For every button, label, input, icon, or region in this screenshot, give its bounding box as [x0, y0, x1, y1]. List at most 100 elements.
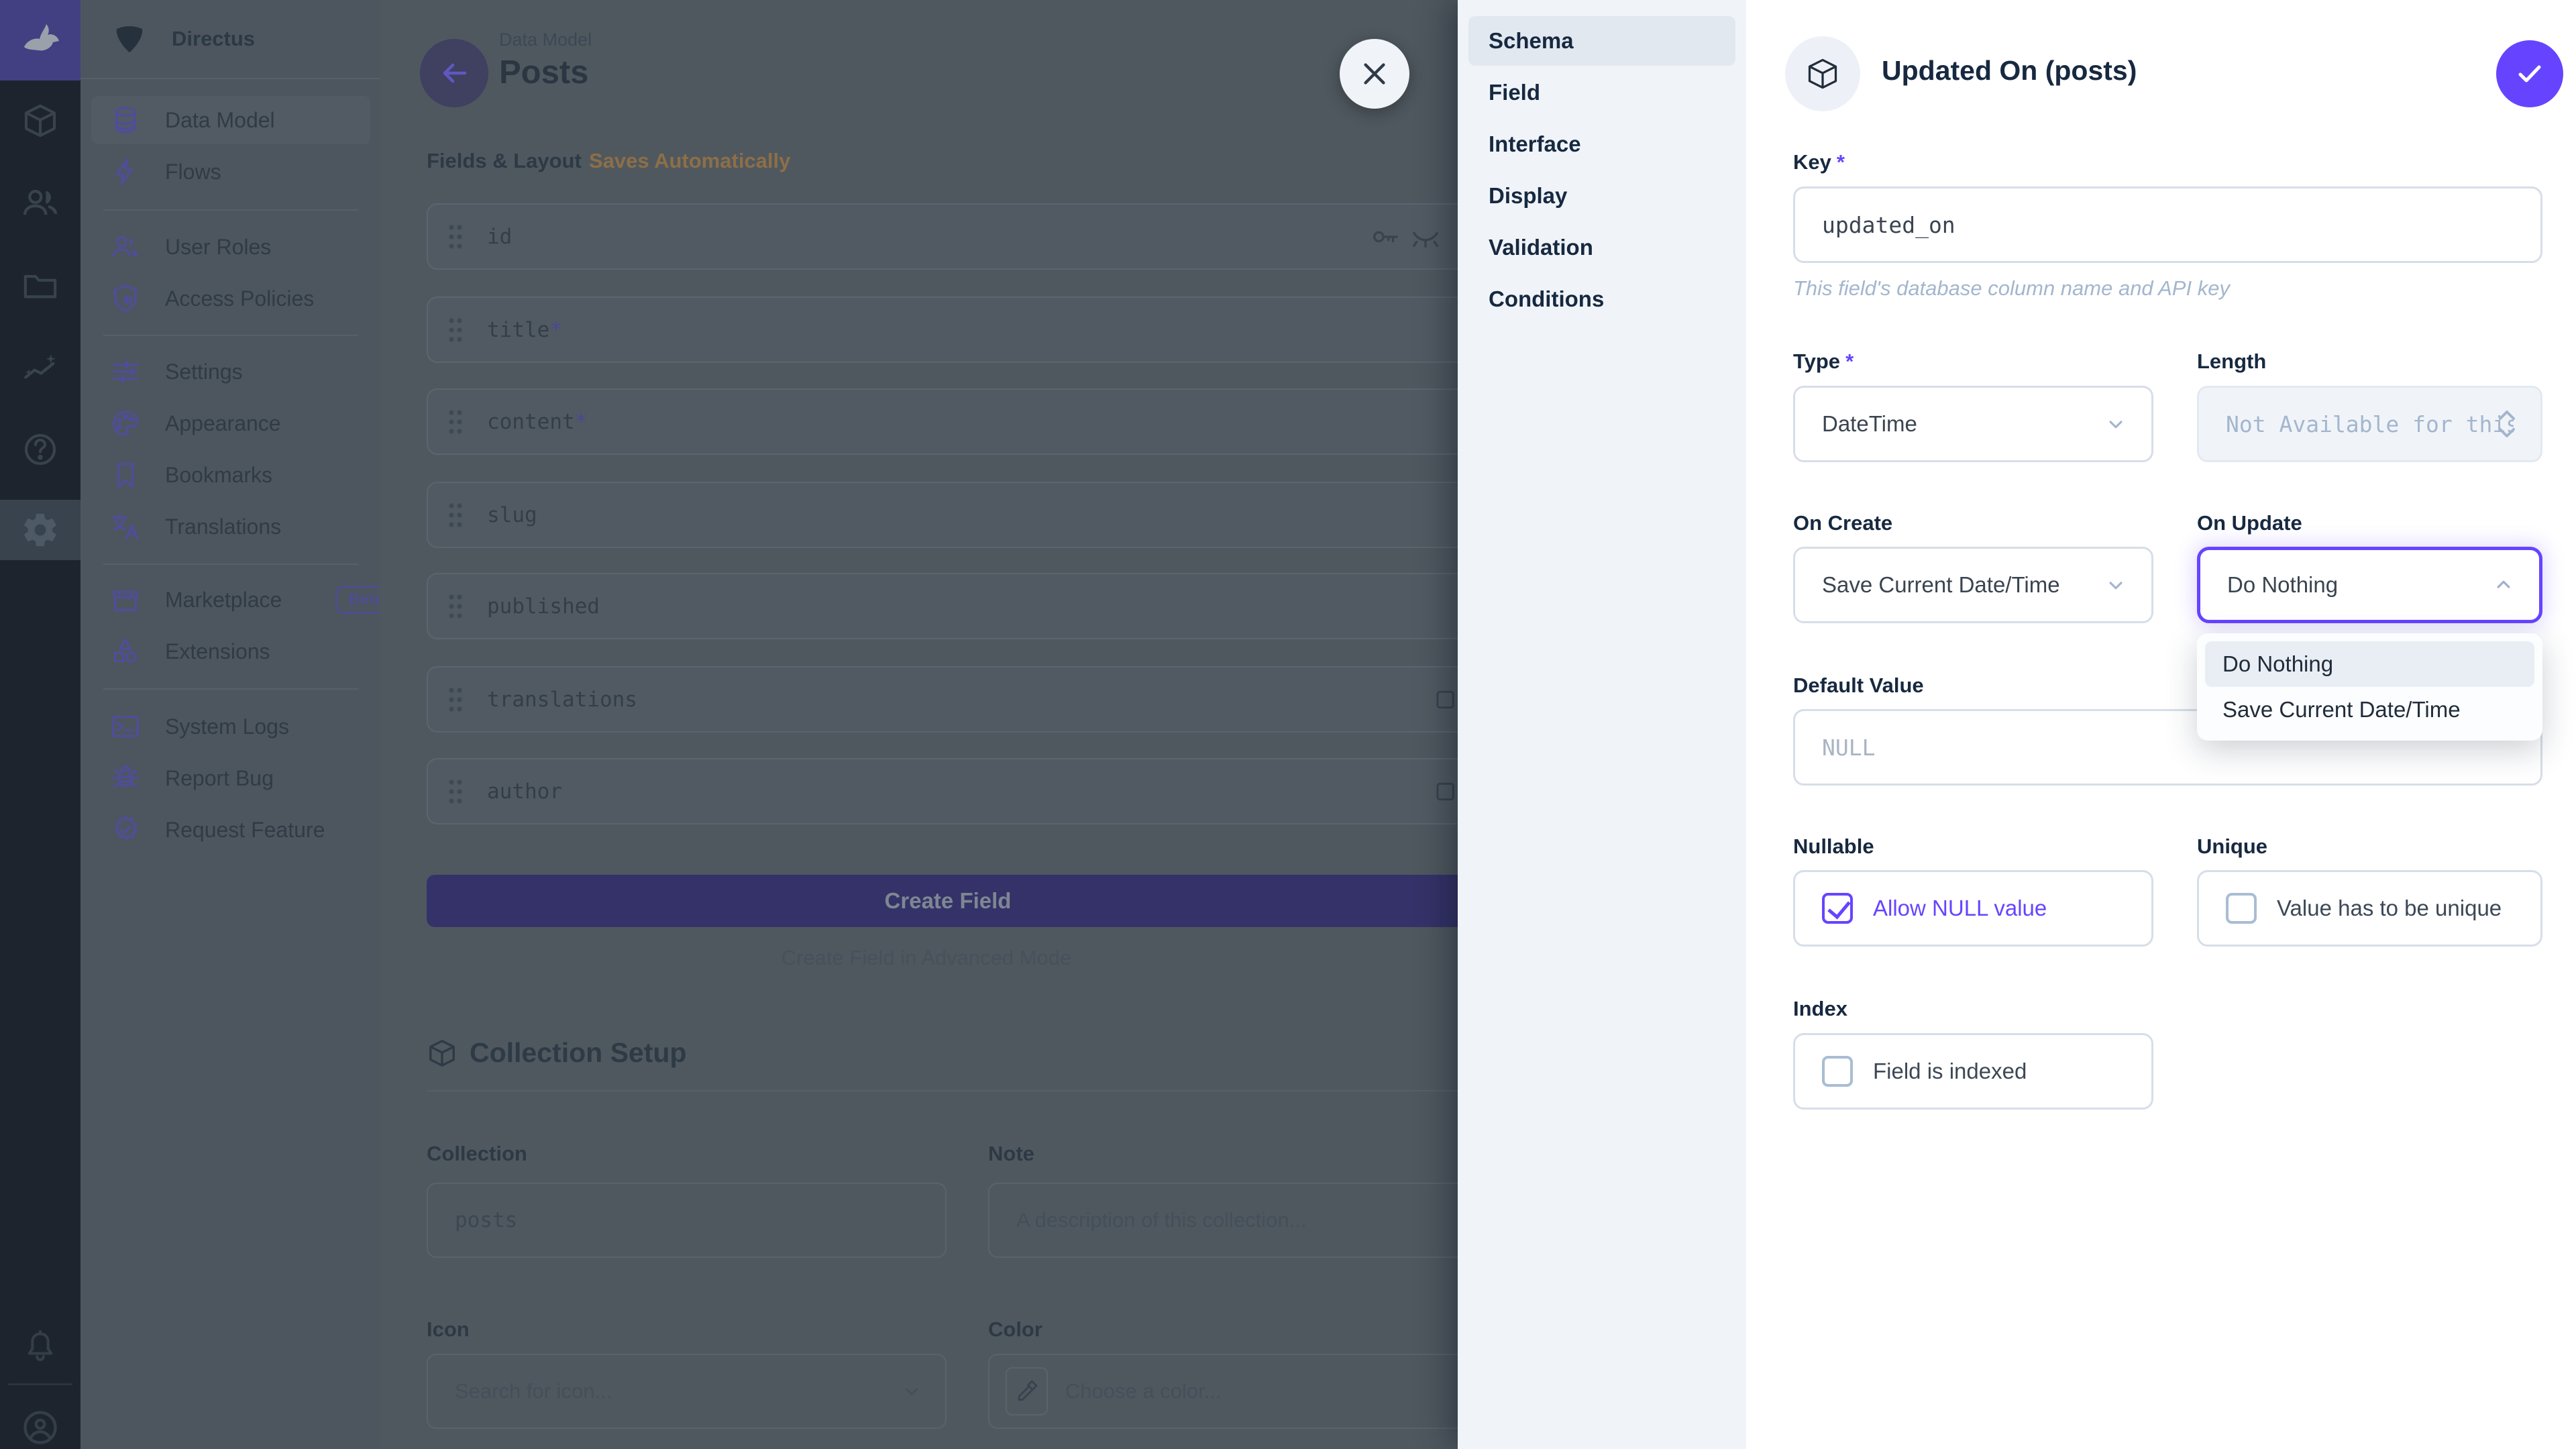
module-files-button[interactable] — [0, 252, 80, 319]
key-value-input[interactable] — [1795, 212, 2540, 238]
icon-label: Icon — [427, 1318, 470, 1342]
drag-handle-icon[interactable] — [447, 407, 464, 437]
field-row-author[interactable]: author — [427, 758, 1469, 824]
sidebar-item-extensions[interactable]: Extensions — [91, 627, 370, 676]
index-checkbox-card[interactable]: Field is indexed — [1793, 1033, 2153, 1110]
user-menu-button[interactable] — [0, 1394, 80, 1449]
key-input[interactable] — [1793, 186, 2542, 263]
field-name: id — [487, 225, 512, 249]
sidebar-item-user-roles[interactable]: User Roles — [91, 223, 370, 271]
nullable-checkbox-card[interactable]: Allow NULL value — [1793, 870, 2153, 947]
field-row-content[interactable]: content* — [427, 388, 1469, 455]
drag-handle-icon[interactable] — [447, 592, 464, 621]
checkbox-unchecked-icon[interactable] — [1822, 1056, 1853, 1087]
unique-checkbox-label[interactable]: Value has to be unique — [2277, 896, 2502, 921]
drag-handle-icon[interactable] — [447, 315, 464, 345]
note-text-input[interactable] — [989, 1208, 1468, 1232]
terminal-icon — [110, 711, 141, 742]
module-insights-button[interactable] — [0, 334, 80, 401]
module-users-button[interactable] — [0, 169, 80, 236]
tab-label: Display — [1489, 183, 1567, 209]
tab-label: Validation — [1489, 235, 1593, 260]
advanced-mode-link[interactable]: Create Field in Advanced Mode — [380, 946, 1473, 970]
tab-conditions[interactable]: Conditions — [1468, 274, 1735, 324]
collection-value-input — [428, 1208, 945, 1232]
drag-handle-icon[interactable] — [447, 685, 464, 714]
menu-option-do-nothing[interactable]: Do Nothing — [2205, 641, 2534, 687]
bookmark-icon — [110, 460, 141, 490]
create-field-button[interactable]: Create Field — [427, 875, 1469, 927]
sidebar-item-appearance[interactable]: Appearance — [91, 399, 370, 447]
drag-handle-icon[interactable] — [447, 500, 464, 530]
field-row-id[interactable]: id — [427, 203, 1469, 270]
save-button[interactable] — [2496, 40, 2563, 107]
shield-person-icon — [110, 283, 141, 314]
tab-validation[interactable]: Validation — [1468, 223, 1735, 272]
nullable-checkbox-label[interactable]: Allow NULL value — [1873, 896, 2047, 921]
drag-handle-icon[interactable] — [447, 777, 464, 806]
tab-schema[interactable]: Schema — [1468, 16, 1735, 66]
bolt-icon — [110, 156, 141, 187]
sidebar-item-data-model[interactable]: Data Model — [91, 96, 370, 144]
checkbox-unchecked-icon[interactable] — [2226, 893, 2257, 924]
index-checkbox-label[interactable]: Field is indexed — [1873, 1059, 2027, 1084]
on-create-label: On Create — [1793, 511, 1892, 535]
sidebar-item-report-bug[interactable]: Report Bug — [91, 754, 370, 802]
menu-option-save-current-datetime[interactable]: Save Current Date/Time — [2205, 687, 2534, 733]
sidebar-item-system-logs[interactable]: System Logs — [91, 702, 370, 751]
color-value-input[interactable] — [1048, 1379, 1468, 1403]
tab-display[interactable]: Display — [1468, 171, 1735, 221]
sidebar-item-translations[interactable]: Translations — [91, 502, 370, 551]
required-star: * — [549, 318, 562, 342]
icon-select[interactable] — [427, 1354, 947, 1429]
project-name: Directus — [172, 27, 255, 51]
sidebar-item-marketplace[interactable]: Marketplace Beta — [91, 576, 370, 624]
rabbit-logo-icon — [19, 19, 62, 62]
checkbox-checked-icon[interactable] — [1822, 893, 1853, 924]
unique-checkbox-card[interactable]: Value has to be unique — [2197, 870, 2542, 947]
menu-option-label: Save Current Date/Time — [2222, 697, 2461, 722]
back-button[interactable] — [420, 39, 488, 107]
user-avatar-icon — [20, 1407, 60, 1448]
tab-interface[interactable]: Interface — [1468, 119, 1735, 169]
hidden-field-icon — [1410, 221, 1441, 252]
sidebar-item-label: Appearance — [165, 411, 281, 436]
field-row-slug[interactable]: slug — [427, 482, 1469, 548]
note-input[interactable] — [988, 1183, 1469, 1258]
close-drawer-button[interactable] — [1340, 39, 1409, 109]
drag-handle-icon[interactable] — [447, 222, 464, 252]
project-fan-icon — [111, 21, 148, 57]
project-header[interactable]: Directus — [80, 0, 380, 79]
breadcrumb[interactable]: Data Model — [499, 30, 592, 50]
field-name: translations — [487, 688, 637, 712]
relational-field-icon — [1434, 686, 1461, 713]
tab-field[interactable]: Field — [1468, 68, 1735, 117]
icon-search-input[interactable] — [428, 1379, 945, 1403]
sidebar-item-request-feature[interactable]: Request Feature — [91, 806, 370, 854]
collection-setup-heading: Collection Setup — [427, 1037, 686, 1069]
tune-icon — [110, 356, 141, 387]
eyedropper-icon[interactable] — [1006, 1367, 1048, 1415]
module-content-button[interactable] — [0, 87, 80, 154]
field-row-published[interactable]: published — [427, 573, 1469, 639]
sidebar-item-flows[interactable]: Flows — [91, 148, 370, 196]
module-settings-button[interactable] — [0, 500, 80, 560]
sidebar-item-bookmarks[interactable]: Bookmarks — [91, 451, 370, 499]
notifications-button[interactable] — [0, 1313, 80, 1380]
type-select[interactable]: DateTime — [1793, 386, 2153, 462]
directus-logo[interactable] — [0, 0, 80, 80]
on-update-select[interactable]: Do Nothing — [2197, 547, 2542, 623]
field-detail-drawer: Updated On (posts) Key* This field's dat… — [1746, 0, 2576, 1449]
module-help-button[interactable] — [0, 416, 80, 483]
check-icon — [2514, 58, 2546, 90]
sidebar-item-label: Flows — [165, 160, 221, 184]
on-create-select[interactable]: Save Current Date/Time — [1793, 547, 2153, 623]
sidebar-item-access-policies[interactable]: Access Policies — [91, 274, 370, 323]
field-row-translations[interactable]: translations — [427, 666, 1469, 733]
fields-layout-heading: Fields & Layout — [427, 149, 582, 173]
sidebar-item-label: Settings — [165, 360, 243, 384]
field-row-title[interactable]: title* — [427, 297, 1469, 363]
insights-icon — [21, 348, 60, 387]
sidebar-item-settings[interactable]: Settings — [91, 347, 370, 396]
color-picker[interactable] — [988, 1354, 1469, 1429]
